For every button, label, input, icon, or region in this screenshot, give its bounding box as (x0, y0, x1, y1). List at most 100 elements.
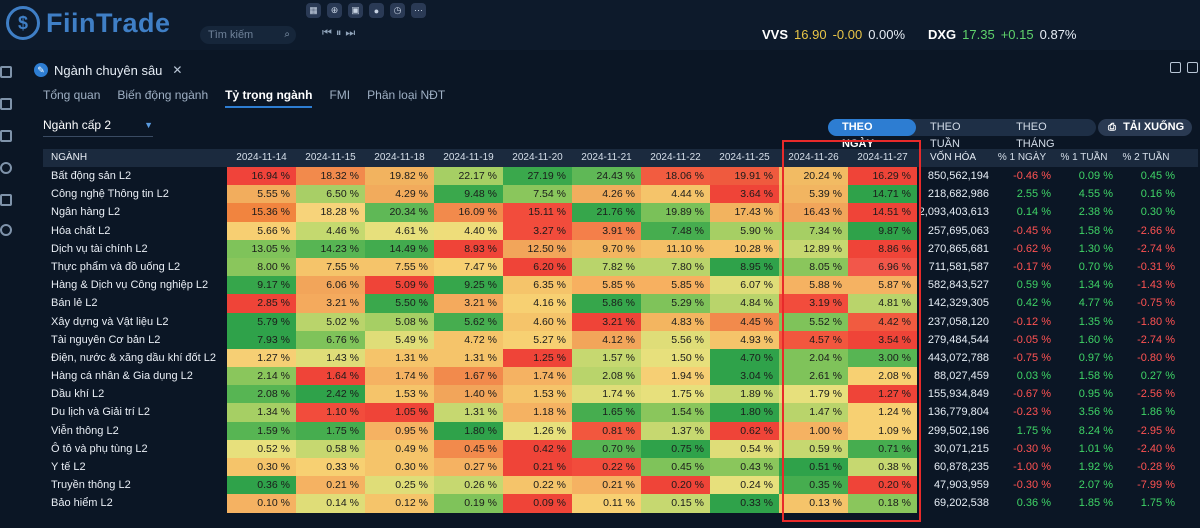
grid-icon[interactable]: ▦ (306, 3, 321, 18)
print-icon[interactable] (0, 194, 12, 206)
weight-cell: 0.58 % (296, 439, 365, 458)
column-header[interactable]: 2024-11-20 (503, 149, 572, 167)
period-toggle[interactable]: THEO THÁNG (1002, 119, 1096, 150)
circle-icon[interactable]: ● (369, 3, 384, 18)
column-header[interactable]: 2024-11-18 (365, 149, 434, 167)
ticker-dxg[interactable]: DXG 17.35 +0.15 0.87% (928, 27, 1077, 42)
more-icon[interactable]: ⋯ (411, 3, 426, 18)
zoom-icon[interactable]: ⊕ (327, 3, 342, 18)
tab-item[interactable]: Phân loại NĐT (367, 88, 445, 108)
column-header[interactable]: 2024-11-21 (572, 149, 641, 167)
table-row[interactable]: Công nghệ Thông tin L2 5.55 % 6.50 % 4.29 %… (43, 185, 1198, 204)
table-row[interactable]: Hóa chất L2 5.66 % 4.46 % 4.61 % 4.40 % 3.27 … (43, 221, 1198, 240)
popout-icon[interactable] (1170, 62, 1181, 73)
save-icon[interactable] (0, 130, 12, 142)
table-row[interactable]: Du lịch và Giải trí L2 1.34 % 1.10 % 1.05 %… (43, 403, 1198, 422)
weight-cell: 3.19 % (779, 294, 848, 313)
clock-icon[interactable]: ◷ (390, 3, 405, 18)
weight-cell: 5.49 % (365, 330, 434, 349)
column-header[interactable]: 2024-11-27 (848, 149, 917, 167)
column-header[interactable]: 2024-11-22 (641, 149, 710, 167)
column-header[interactable]: % 1 NGÀY (993, 149, 1055, 167)
ticker-vvs[interactable]: VVS 16.90 -0.00 0.00% (762, 27, 905, 42)
weight-cell: 1.27 % (848, 385, 917, 404)
previous-icon[interactable]: ⏮ (322, 27, 332, 40)
weight-cell: 4.83 % (641, 312, 710, 331)
change-cell: 1.75 % (1140, 497, 1175, 510)
table-row[interactable]: Y tế L2 0.30 % 0.33 % 0.30 % 0.27 % 0.21 % 0.2… (43, 458, 1198, 477)
gift-icon[interactable]: ▣ (348, 3, 363, 18)
weight-cell: 9.87 % (848, 221, 917, 240)
table-row[interactable]: Xây dựng và Vật liệu L2 5.79 % 5.02 % 5.08 … (43, 312, 1198, 331)
column-header[interactable]: 2024-11-26 (779, 149, 848, 167)
table-row[interactable]: Tài nguyên Cơ bản L2 7.93 % 6.76 % 5.49 % 4.… (43, 330, 1198, 349)
weight-cell: 3.21 % (296, 294, 365, 313)
weight-cell: 20.24 % (779, 167, 848, 186)
column-header[interactable]: 2024-11-14 (227, 149, 296, 167)
change-cell: -7.99 % (1137, 479, 1175, 492)
weight-cell: 6.76 % (296, 330, 365, 349)
industry-name: Công nghệ Thông tin L2 (51, 188, 169, 201)
weight-cell: 0.38 % (848, 458, 917, 477)
next-icon[interactable]: ⏭ (345, 27, 355, 40)
weight-cell: 5.79 % (227, 312, 296, 331)
tab-item[interactable]: Biến động ngành (117, 88, 208, 108)
change-cell: 0.27 % (1140, 370, 1175, 383)
column-header[interactable]: 2024-11-19 (434, 149, 503, 167)
download-button[interactable]: ⎙ TẢI XUỐNG (1098, 119, 1192, 136)
app-logo[interactable]: $ FiinTrade (6, 6, 171, 40)
weight-cell: 5.50 % (365, 294, 434, 313)
change-cell: 0.03 % (1016, 370, 1051, 383)
market-cap-cell: 60,878,235 (933, 461, 989, 473)
settings-icon[interactable] (0, 224, 12, 236)
search-icon: ⌕ (284, 29, 290, 40)
search-input[interactable]: Tìm kiếm ⌕ (200, 26, 296, 44)
column-header[interactable]: % 1 TUẦN (1055, 149, 1117, 167)
video-icon[interactable] (0, 98, 12, 110)
table-row[interactable]: Thực phẩm và đồ uống L2 8.00 % 7.55 % 7.55 … (43, 257, 1198, 277)
table-row[interactable]: Hàng cá nhân & Gia dụng L2 2.14 % 1.64 % 1.… (43, 367, 1198, 386)
weight-cell: 14.51 % (848, 203, 917, 222)
weight-cell: 1.25 % (503, 348, 572, 368)
weight-cell: 4.57 % (779, 330, 848, 349)
table-row[interactable]: Hàng & Dịch vụ Công nghiệp L2 9.17 % 6.06 … (43, 276, 1198, 295)
change-cell: -1.43 % (1137, 279, 1175, 292)
column-header[interactable]: VỐN HÓA (917, 149, 993, 167)
industry-name: Bất động sản L2 (51, 170, 132, 182)
table-row[interactable]: Ngân hàng L2 15.36 % 18.28 % 20.34 % 16.09 %… (43, 203, 1198, 222)
weight-cell: 16.43 % (779, 203, 848, 222)
column-header[interactable]: 2024-11-15 (296, 149, 365, 167)
window-icon[interactable] (0, 66, 12, 78)
change-cell: 2.55 % (1016, 188, 1051, 201)
weight-cell: 0.22 % (503, 476, 572, 495)
table-row[interactable]: Dầu khí L2 2.08 % 2.42 % 1.53 % 1.40 % 1.53 %… (43, 385, 1198, 404)
period-toggle[interactable]: THEO NGÀY (828, 119, 916, 150)
table-row[interactable]: Dịch vụ tài chính L2 13.05 % 14.23 % 14.49 … (43, 239, 1198, 258)
weight-cell: 4.12 % (572, 330, 641, 349)
column-header[interactable]: % 2 TUẦN (1117, 149, 1179, 167)
close-icon[interactable]: ✕ (172, 63, 182, 77)
industry-level-select[interactable]: Ngành cấp 2 ▼ (43, 118, 153, 137)
table-row[interactable]: Viễn thông L2 1.59 % 1.75 % 0.95 % 1.80 % 1.2… (43, 421, 1198, 440)
expand-icon[interactable] (1187, 62, 1198, 73)
ticker-percent: 0.00% (868, 27, 906, 42)
period-toggle[interactable]: THEO TUẦN (916, 119, 1002, 150)
tab-item[interactable]: Tỷ trọng ngành (225, 88, 313, 108)
table-row[interactable]: Điện, nước & xăng dầu khí đốt L2 1.27 % 1.… (43, 348, 1198, 368)
column-header[interactable]: 2024-11-25 (710, 149, 779, 167)
period-toggle-group: THEO NGÀY THEO TUẦN THEO THÁNG (828, 119, 1096, 150)
tab-item[interactable]: FMI (329, 88, 350, 108)
table-row[interactable]: Bất động sản L2 16.94 % 18.32 % 19.82 % 22.1… (43, 167, 1198, 186)
pause-icon[interactable]: ⏸ (336, 27, 342, 40)
table-row[interactable]: Ô tô và phụ tùng L2 0.52 % 0.58 % 0.49 % 0.4… (43, 439, 1198, 458)
column-header[interactable]: NGÀNH (43, 149, 227, 167)
table-row[interactable]: Truyền thông L2 0.36 % 0.21 % 0.25 % 0.26 % 0… (43, 476, 1198, 495)
industry-name: Viễn thông L2 (51, 424, 119, 437)
table-row[interactable]: Bán lẻ L2 2.85 % 3.21 % 5.50 % 3.21 % 4.16 % 5… (43, 294, 1198, 313)
table-row[interactable]: Bảo hiểm L2 0.10 % 0.14 % 0.12 % 0.19 % 0.09 … (43, 494, 1198, 513)
weight-cell: 1.74 % (572, 385, 641, 404)
ticker-symbol: DXG (928, 27, 957, 42)
refresh-icon[interactable] (0, 162, 12, 174)
tab-item[interactable]: Tổng quan (43, 88, 100, 108)
ticker-change: -0.00 (832, 27, 863, 42)
